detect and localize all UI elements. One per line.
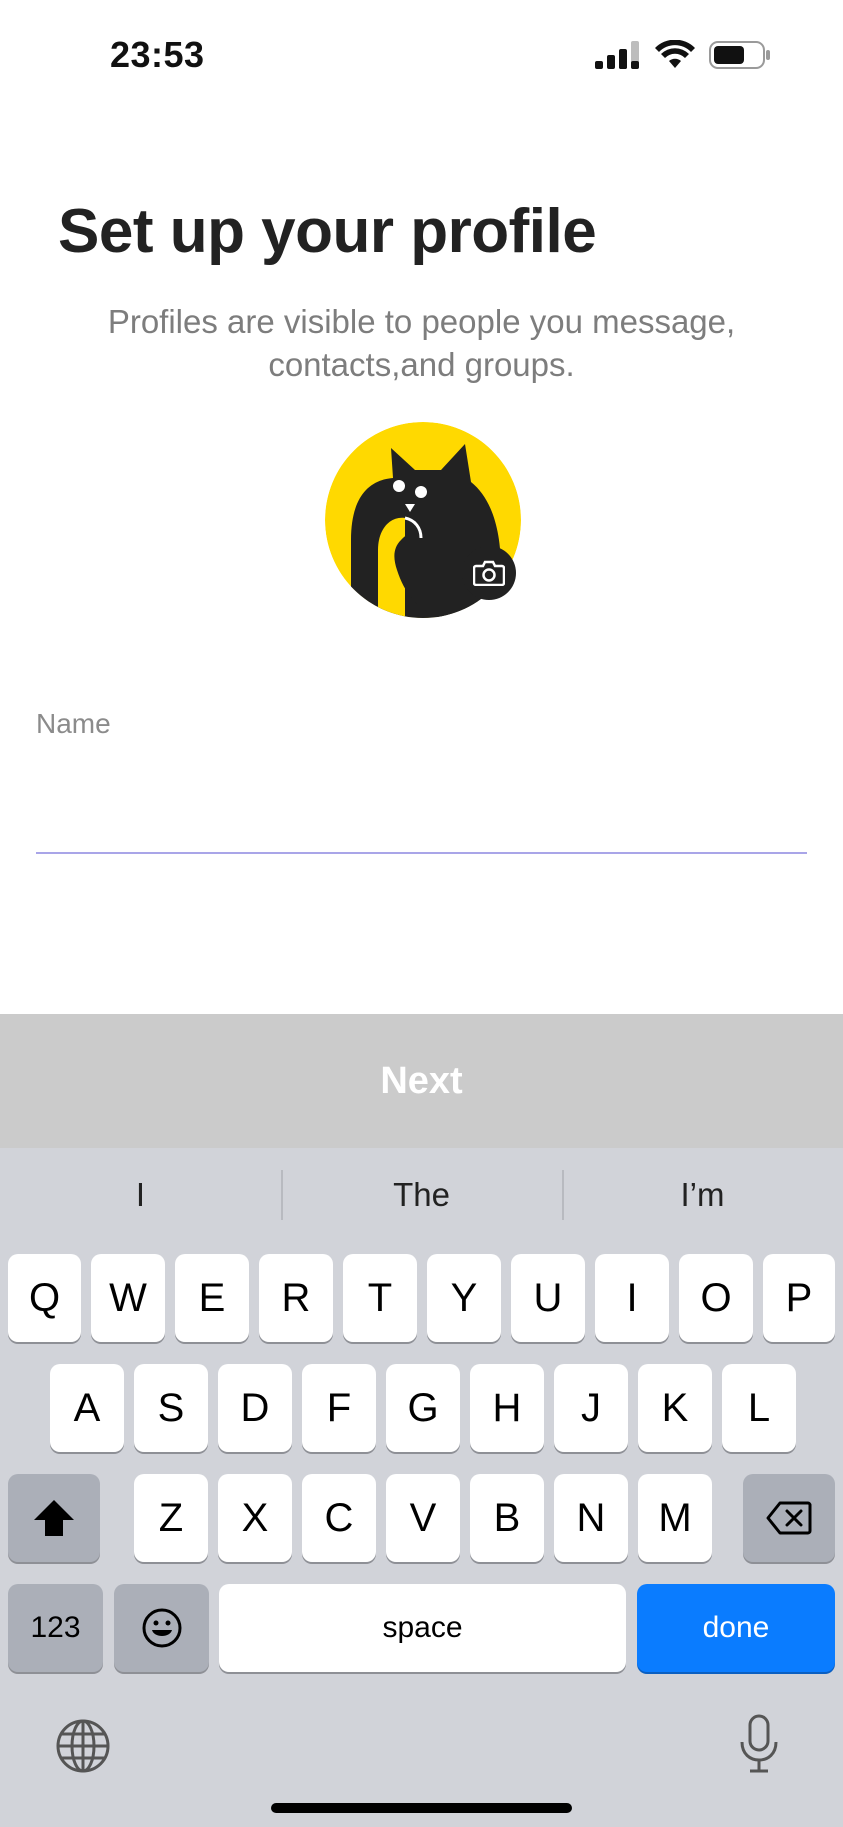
status-time: 23:53 xyxy=(110,34,205,75)
key-z[interactable]: Z xyxy=(134,1474,208,1562)
key-a[interactable]: A xyxy=(50,1364,124,1452)
key-o[interactable]: O xyxy=(679,1254,753,1342)
shift-key[interactable] xyxy=(8,1474,100,1562)
dictation-button[interactable] xyxy=(738,1714,780,1779)
profile-avatar[interactable] xyxy=(323,420,523,620)
key-j[interactable]: J xyxy=(554,1364,628,1452)
backspace-icon xyxy=(766,1501,812,1535)
emoji-key[interactable] xyxy=(114,1584,209,1672)
home-indicator xyxy=(271,1803,572,1813)
key-m[interactable]: M xyxy=(638,1474,712,1562)
microphone-icon xyxy=(740,1714,778,1773)
key-s[interactable]: S xyxy=(134,1364,208,1452)
numbers-key[interactable]: 123 xyxy=(8,1584,103,1672)
key-i[interactable]: I xyxy=(595,1254,669,1342)
wifi-icon xyxy=(655,40,695,68)
key-h[interactable]: H xyxy=(470,1364,544,1452)
space-key[interactable]: space xyxy=(219,1584,626,1672)
key-d[interactable]: D xyxy=(218,1364,292,1452)
backspace-key[interactable] xyxy=(743,1474,835,1562)
globe-button[interactable] xyxy=(55,1718,111,1779)
key-c[interactable]: C xyxy=(302,1474,376,1562)
key-g[interactable]: G xyxy=(386,1364,460,1452)
key-y[interactable]: Y xyxy=(427,1254,501,1342)
key-n[interactable]: N xyxy=(554,1474,628,1562)
key-l[interactable]: L xyxy=(722,1364,796,1452)
page-title: Set up your profile xyxy=(58,197,597,266)
shift-icon xyxy=(34,1500,74,1536)
change-photo-button[interactable] xyxy=(462,546,516,600)
suggestion-item[interactable]: The xyxy=(281,1162,562,1228)
globe-icon xyxy=(56,1719,110,1773)
key-b[interactable]: B xyxy=(470,1474,544,1562)
suggestion-bar: I The I’m xyxy=(0,1162,843,1228)
suggestion-item[interactable]: I’m xyxy=(562,1162,843,1228)
key-k[interactable]: K xyxy=(638,1364,712,1452)
signal-icon xyxy=(595,41,639,69)
key-u[interactable]: U xyxy=(511,1254,585,1342)
key-e[interactable]: E xyxy=(175,1254,249,1342)
key-r[interactable]: R xyxy=(259,1254,333,1342)
page-subtitle: Profiles are visible to people you messa… xyxy=(107,303,736,383)
suggestion-item[interactable]: I xyxy=(0,1162,281,1228)
key-f[interactable]: F xyxy=(302,1364,376,1452)
status-bar: 23:53 xyxy=(0,0,843,110)
key-t[interactable]: T xyxy=(343,1254,417,1342)
name-label: Name xyxy=(36,708,111,739)
keyboard: I The I’m Q W E R T Y U I O P A S D F G … xyxy=(0,1148,843,1827)
key-v[interactable]: V xyxy=(386,1474,460,1562)
camera-icon xyxy=(473,560,505,586)
next-button[interactable]: Next xyxy=(0,1014,843,1148)
key-w[interactable]: W xyxy=(91,1254,165,1342)
battery-icon xyxy=(709,41,770,69)
key-x[interactable]: X xyxy=(218,1474,292,1562)
key-q[interactable]: Q xyxy=(8,1254,81,1342)
next-button-label: Next xyxy=(380,1059,463,1102)
status-icons xyxy=(595,40,771,70)
name-input[interactable] xyxy=(36,760,807,854)
key-p[interactable]: P xyxy=(763,1254,835,1342)
done-key[interactable]: done xyxy=(637,1584,835,1672)
emoji-icon xyxy=(142,1608,181,1648)
